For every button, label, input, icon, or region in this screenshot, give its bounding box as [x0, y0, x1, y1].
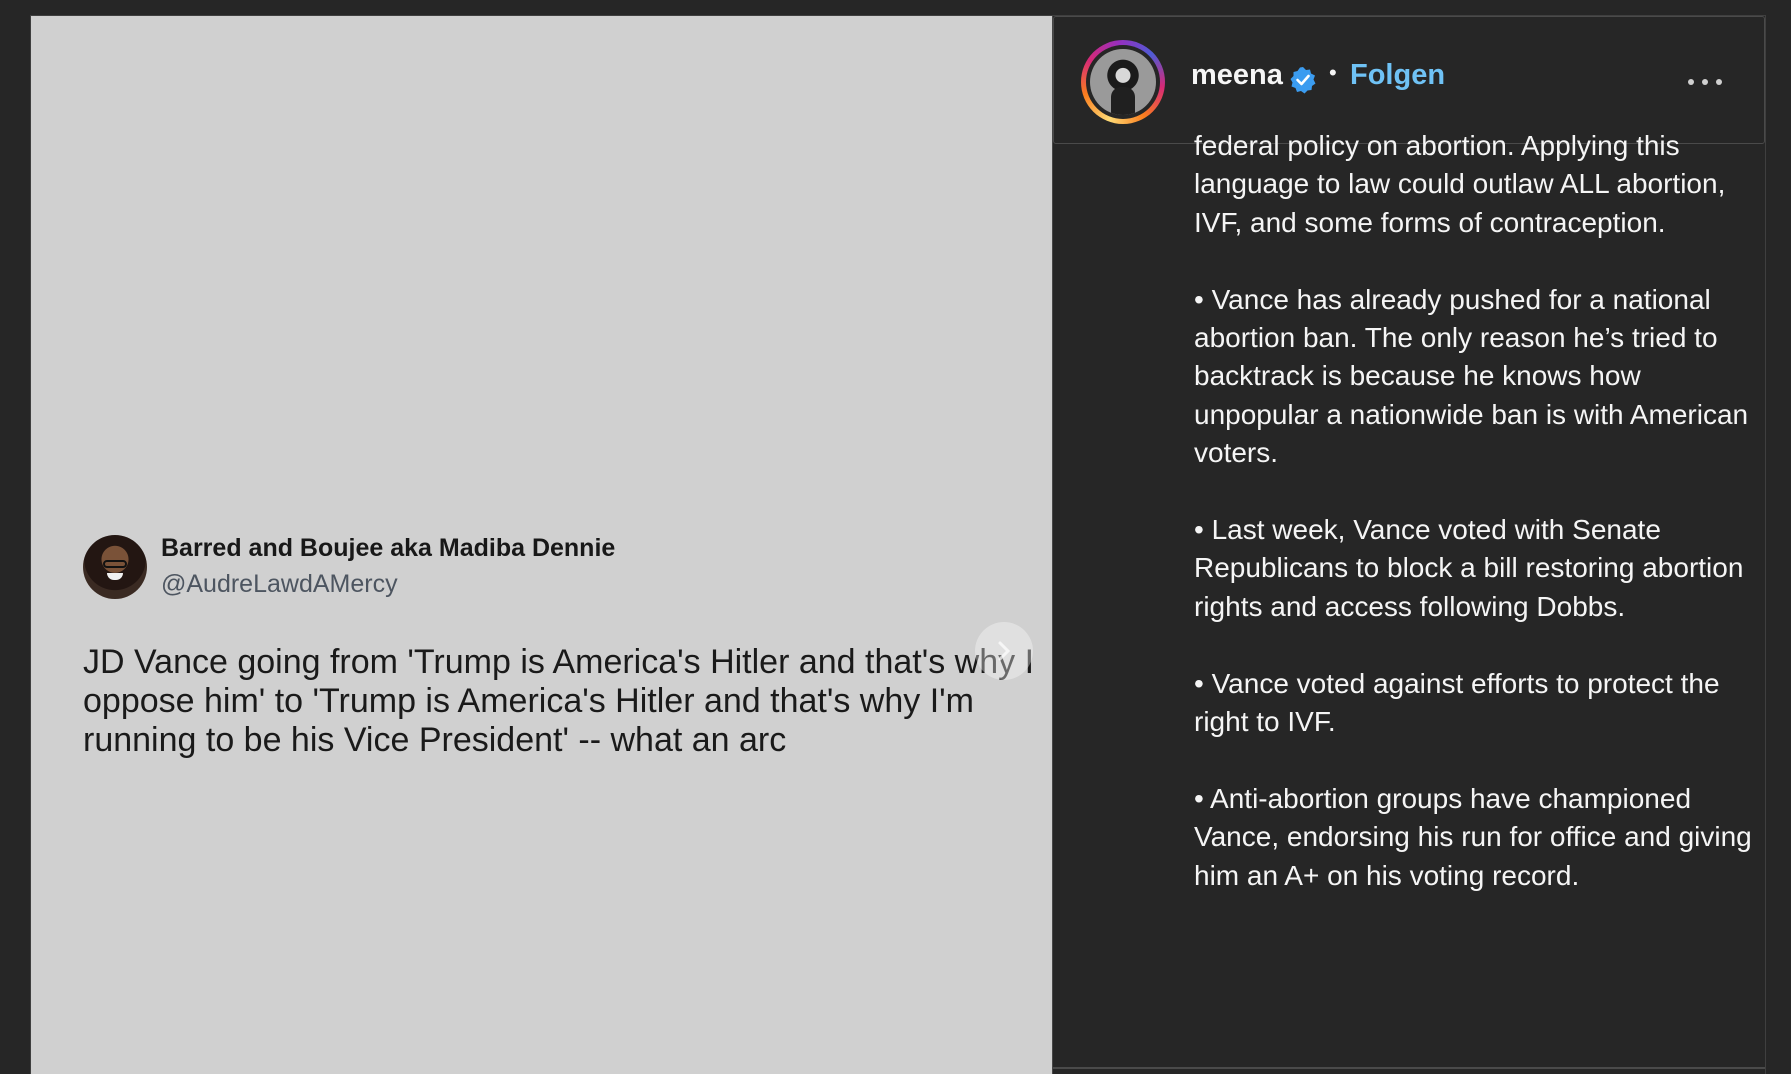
avatar[interactable] [1081, 40, 1165, 124]
tweet-author-name: Barred and Boujee aka Madiba Dennie [161, 534, 616, 562]
post-header: meena • Folgen [1053, 16, 1765, 144]
username[interactable]: meena [1191, 59, 1283, 92]
separator-dot: • [1329, 60, 1337, 85]
caption-bottom-divider [1053, 1067, 1765, 1069]
verified-badge-icon [1289, 66, 1317, 99]
divider [1052, 16, 1053, 1074]
tweet-avatar [83, 535, 147, 599]
post-media[interactable]: Barred and Boujee aka Madiba Dennie @Aud… [31, 16, 1052, 1074]
post-caption: federal policy on abortion. Applying thi… [1194, 130, 1752, 891]
tweet-text: JD Vance going from 'Trump is America's … [83, 643, 1035, 759]
tweet-author-handle: @AudreLawdAMercy [161, 570, 398, 598]
next-slide-button[interactable] [975, 622, 1033, 680]
follow-button[interactable]: Folgen [1350, 59, 1445, 92]
more-options-icon[interactable] [1686, 75, 1726, 89]
